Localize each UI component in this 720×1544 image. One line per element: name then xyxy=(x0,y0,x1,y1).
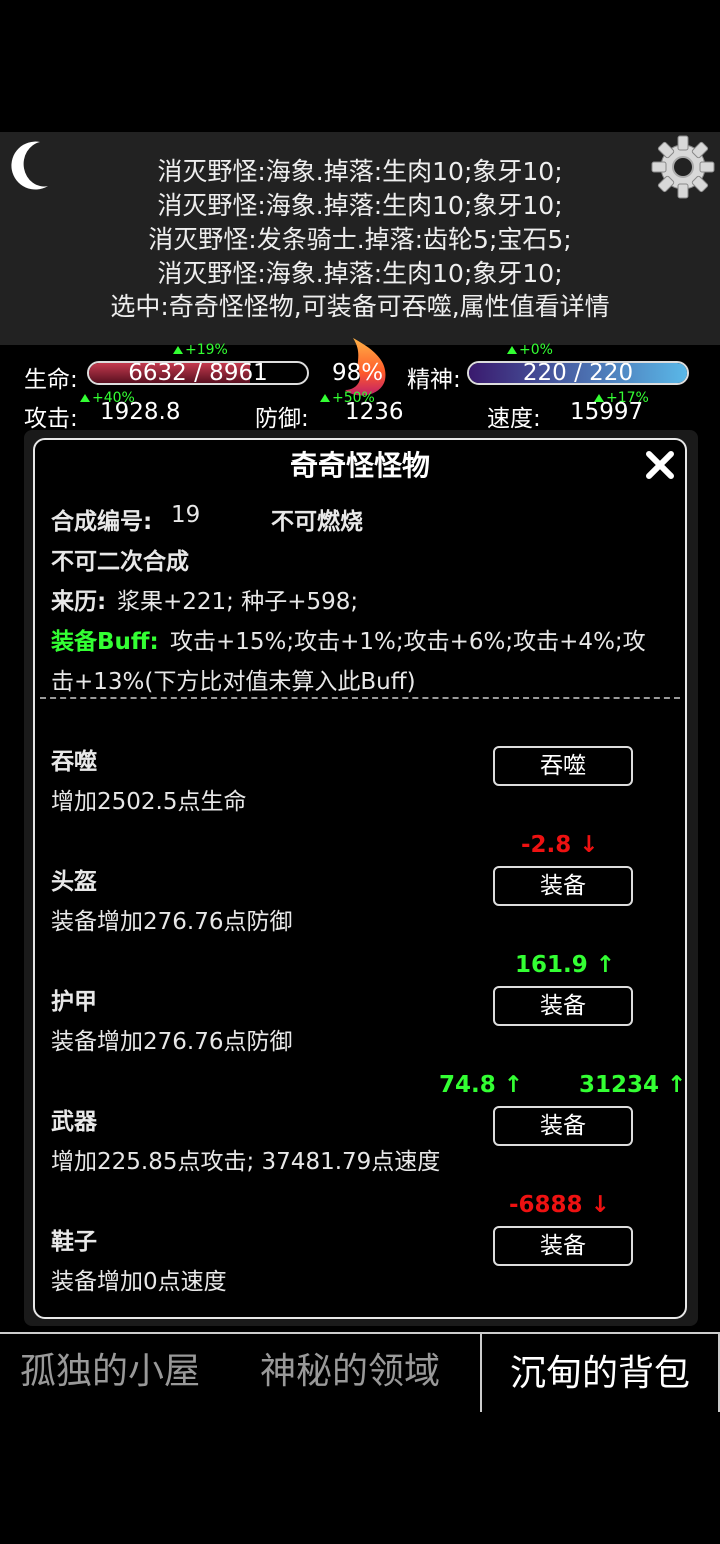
resynth-status: 不可二次合成 xyxy=(51,549,189,575)
hp-bar: 6632 / 8961 xyxy=(87,361,309,385)
item-title: 奇奇怪怪物 xyxy=(289,449,430,482)
synth-label: 合成编号: xyxy=(51,509,153,535)
compare-value: 161.9 ↑ xyxy=(515,952,616,978)
spd-value: 15997 xyxy=(570,399,644,425)
log-line: 选中:奇奇怪怪物,可装备可吞噬,属性值看详情 xyxy=(110,292,610,321)
hp-label: 生命: xyxy=(24,367,78,393)
action-desc: 装备增加276.76点防御 xyxy=(51,1029,293,1055)
mp-label: 精神: xyxy=(407,367,461,393)
action-desc: 装备增加0点速度 xyxy=(51,1269,227,1295)
compare-value: -6888 ↓ xyxy=(509,1192,610,1218)
def-value: 1236 xyxy=(345,399,404,425)
moon-icon[interactable] xyxy=(8,140,52,192)
log-line: 消灭野怪:海象.掉落:生肉10;象牙10; xyxy=(157,259,563,288)
mp-text: 220 / 220 xyxy=(522,361,634,385)
action-desc: 装备增加276.76点防御 xyxy=(51,909,293,935)
action-name: 头盔 xyxy=(51,869,97,895)
compare-value-speed: 31234 ↑ xyxy=(579,1072,687,1098)
action-desc: 增加225.85点攻击; 37481.79点速度 xyxy=(51,1149,441,1175)
atk-value: 1928.8 xyxy=(100,399,181,425)
buff-label: 装备Buff: xyxy=(51,629,159,655)
origin-label: 来历: xyxy=(51,589,107,615)
action-desc: 增加2502.5点生命 xyxy=(51,789,247,815)
mp-bonus: +0% xyxy=(507,342,553,358)
compare-value: -2.8 ↓ xyxy=(521,832,599,858)
equip-armor-button[interactable]: 装备 xyxy=(493,986,633,1026)
compare-value: 74.8 ↑ xyxy=(439,1072,524,1098)
arrow-up-icon xyxy=(320,394,330,402)
atk-label: 攻击: xyxy=(24,406,78,432)
action-name: 鞋子 xyxy=(51,1229,97,1255)
buff-value: 攻击+15%;攻击+1%;攻击+6%;攻击+4%;攻 xyxy=(170,629,646,655)
gear-icon[interactable] xyxy=(650,134,716,200)
burn-status: 不可燃烧 xyxy=(271,509,363,535)
tab-domain[interactable]: 神秘的领域 xyxy=(260,1332,440,1410)
log-line: 消灭野怪:海象.掉落:生肉10;象牙10; xyxy=(157,157,563,186)
hp-bonus: +19% xyxy=(173,342,228,358)
event-log: 消灭野怪:海象.掉落:生肉10;象牙10; 消灭野怪:海象.掉落:生肉10;象牙… xyxy=(0,132,720,345)
def-label: 防御: xyxy=(255,406,309,432)
close-icon[interactable] xyxy=(645,450,675,480)
origin-value: 浆果+221; 种子+598; xyxy=(117,589,359,615)
buff-value-cont: 击+13%(下方比对值未算入此Buff) xyxy=(51,669,416,695)
log-line: 消灭野怪:发条骑士.掉落:齿轮5;宝石5; xyxy=(148,225,572,254)
tab-backpack[interactable]: 沉甸的背包 xyxy=(480,1332,720,1412)
spd-label: 速度: xyxy=(487,406,541,432)
action-name: 吞噬 xyxy=(51,749,97,775)
action-name: 护甲 xyxy=(51,989,97,1015)
equip-weapon-button[interactable]: 装备 xyxy=(493,1106,633,1146)
tab-cabin[interactable]: 孤独的小屋 xyxy=(20,1332,200,1410)
arrow-up-icon xyxy=(507,346,517,354)
arrow-up-icon xyxy=(173,346,183,354)
divider xyxy=(40,697,680,699)
arrow-up-icon xyxy=(80,394,90,402)
hp-text: 6632 / 8961 xyxy=(128,361,268,385)
mp-bar: 220 / 220 xyxy=(467,361,689,385)
action-name: 武器 xyxy=(51,1109,97,1135)
equip-helmet-button[interactable]: 装备 xyxy=(493,866,633,906)
log-line: 消灭野怪:海象.掉落:生肉10;象牙10; xyxy=(157,191,563,220)
fire-percent: 98% xyxy=(332,360,384,386)
equip-shoes-button[interactable]: 装备 xyxy=(493,1226,633,1266)
synth-value: 19 xyxy=(171,502,201,528)
devour-button[interactable]: 吞噬 xyxy=(493,746,633,786)
